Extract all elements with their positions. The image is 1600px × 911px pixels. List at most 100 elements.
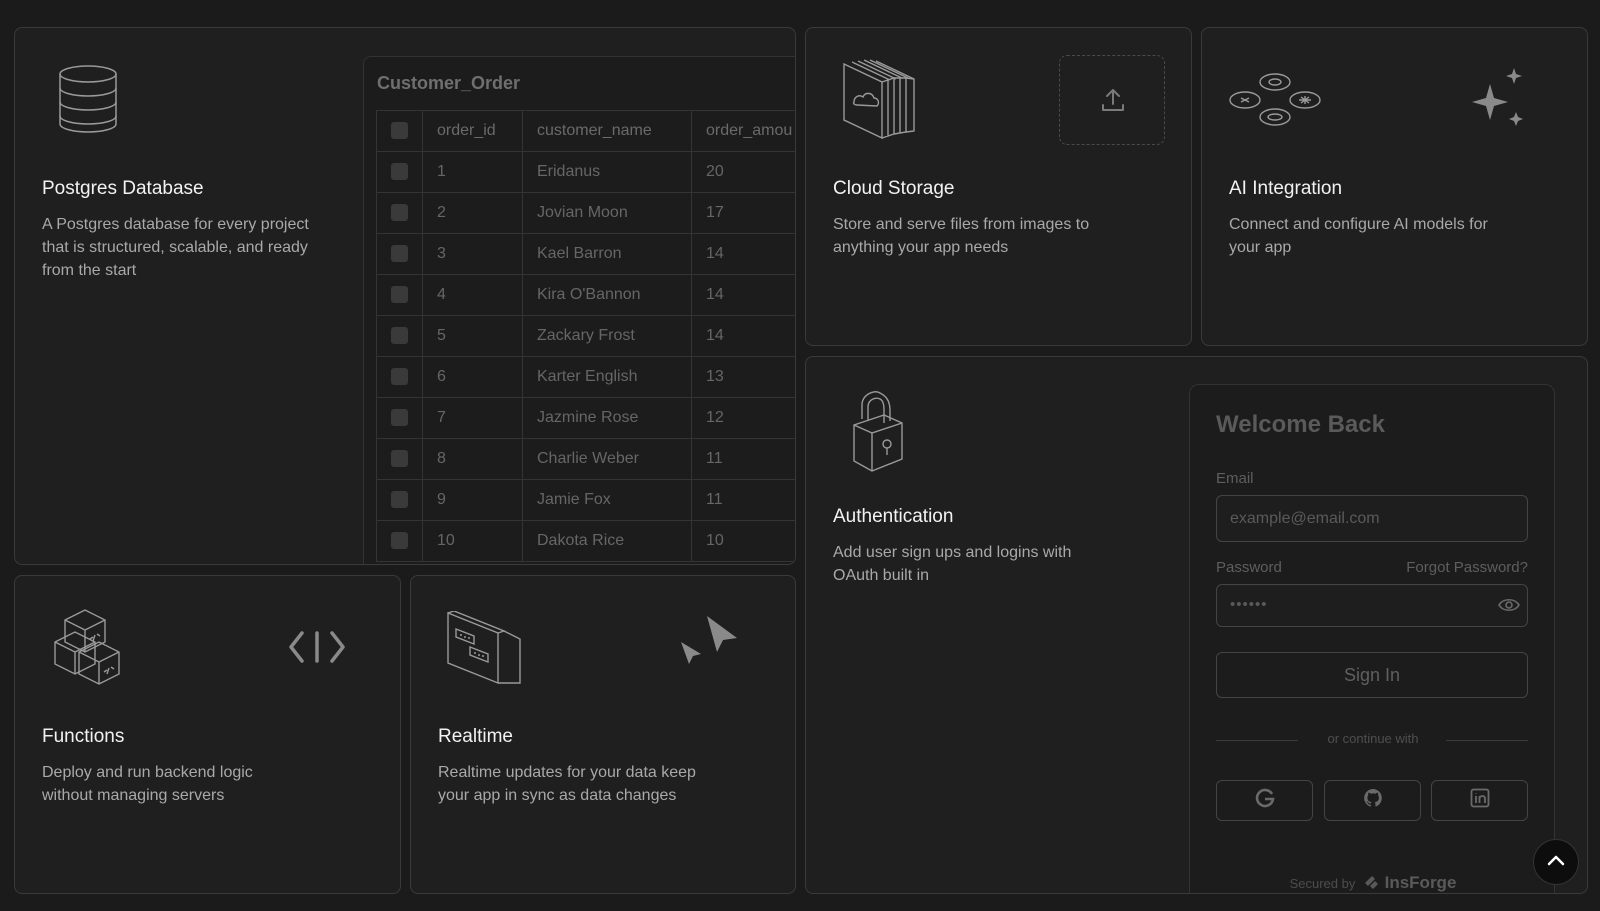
- password-field[interactable]: ••••••: [1216, 584, 1528, 627]
- column-header[interactable]: customer_name: [522, 110, 692, 152]
- row-select-cell[interactable]: [376, 192, 423, 234]
- cell-order-amount: 14: [691, 233, 795, 275]
- table-row[interactable]: 4 Kira O'Bannon 14: [376, 274, 795, 316]
- upload-icon: [1101, 87, 1125, 113]
- row-checkbox[interactable]: [391, 327, 408, 345]
- column-header[interactable]: order_amou: [691, 110, 795, 152]
- scroll-to-top-button[interactable]: [1533, 839, 1579, 885]
- forgot-password-link[interactable]: Forgot Password?: [1406, 559, 1528, 576]
- insforge-brand: InsForge: [1384, 873, 1457, 892]
- cell-customer-name: Jovian Moon: [522, 192, 692, 234]
- card-title: Realtime: [438, 726, 513, 747]
- code-blocks-icon: [53, 608, 123, 688]
- cell-order-id: 1: [422, 151, 523, 193]
- table-row[interactable]: 10 Dakota Rice 10: [376, 520, 795, 562]
- password-label: Password: [1216, 559, 1282, 576]
- row-checkbox[interactable]: [391, 450, 408, 468]
- card-description: Connect and configure AI models for your…: [1229, 216, 1488, 256]
- table-row[interactable]: 6 Karter English 13: [376, 356, 795, 398]
- insforge-logo-icon: [1363, 874, 1379, 893]
- google-button[interactable]: [1216, 780, 1313, 821]
- cell-order-amount: 12: [691, 397, 795, 439]
- cell-customer-name: Karter English: [522, 356, 692, 398]
- row-checkbox[interactable]: [391, 532, 408, 550]
- upload-dropzone[interactable]: [1059, 55, 1165, 145]
- table-row[interactable]: 8 Charlie Weber 11: [376, 438, 795, 480]
- cell-customer-name: Dakota Rice: [522, 520, 692, 562]
- cell-customer-name: Kira O'Bannon: [522, 274, 692, 316]
- row-select-cell[interactable]: [376, 274, 423, 316]
- row-checkbox[interactable]: [391, 491, 408, 509]
- login-form-preview: Welcome Back Email example@email.com Pas…: [1189, 384, 1556, 893]
- row-select-cell[interactable]: [376, 520, 423, 562]
- card-title: AI Integration: [1229, 178, 1343, 199]
- cell-order-id: 8: [422, 438, 523, 480]
- cell-order-id: 6: [422, 356, 523, 398]
- cell-order-id: 10: [422, 520, 523, 562]
- cell-order-amount: 17: [691, 192, 795, 234]
- row-select-cell[interactable]: [376, 438, 423, 480]
- row-checkbox[interactable]: [391, 286, 408, 304]
- table-row[interactable]: 3 Kael Barron 14: [376, 233, 795, 275]
- select-all-cell[interactable]: [376, 110, 423, 152]
- row-select-cell[interactable]: [376, 151, 423, 193]
- card-description: Add user sign ups and logins with OAuth …: [833, 544, 1072, 584]
- cell-customer-name: Zackary Frost: [522, 315, 692, 357]
- row-checkbox[interactable]: [391, 368, 408, 386]
- cell-order-id: 4: [422, 274, 523, 316]
- row-select-cell[interactable]: [376, 479, 423, 521]
- cell-order-amount: 13: [691, 356, 795, 398]
- cell-customer-name: Kael Barron: [522, 233, 692, 275]
- continue-with-text: or continue with: [1327, 731, 1419, 746]
- linkedin-button[interactable]: [1431, 780, 1528, 821]
- cloud-storage-card: Cloud Storage Store and serve files from…: [805, 27, 1192, 346]
- linkedin-icon: [1470, 788, 1490, 813]
- table-row[interactable]: 2 Jovian Moon 17: [376, 192, 795, 234]
- row-select-cell[interactable]: [376, 397, 423, 439]
- authentication-card: Authentication Add user sign ups and log…: [805, 356, 1588, 894]
- cursors-icon: [681, 616, 739, 668]
- card-description: Store and serve files from images to any…: [833, 216, 1090, 256]
- sign-in-button[interactable]: Sign In: [1216, 652, 1528, 698]
- table-row[interactable]: 1 Eridanus 20: [376, 151, 795, 193]
- eye-icon[interactable]: [1498, 597, 1520, 613]
- row-select-cell[interactable]: [376, 315, 423, 357]
- select-all-checkbox[interactable]: [391, 122, 408, 140]
- ai-integration-card: AI Integration Connect and configure AI …: [1201, 27, 1588, 346]
- google-icon: [1255, 788, 1275, 813]
- realtime-card: Realtime Realtime updates for your data …: [410, 575, 796, 894]
- postgres-card: Postgres Database A Postgres database fo…: [14, 27, 796, 565]
- lock-icon: [850, 389, 906, 473]
- table-title: Customer_Order: [377, 73, 521, 93]
- row-checkbox[interactable]: [391, 245, 408, 263]
- email-label: Email: [1216, 470, 1254, 487]
- row-checkbox[interactable]: [391, 409, 408, 427]
- ai-models-icon: [1229, 70, 1321, 130]
- cell-customer-name: Eridanus: [522, 151, 692, 193]
- row-checkbox[interactable]: [391, 204, 408, 222]
- table-row[interactable]: 7 Jazmine Rose 12: [376, 397, 795, 439]
- secured-by-footer: Secured by InsForge: [1190, 873, 1556, 893]
- cell-order-amount: 14: [691, 315, 795, 357]
- cell-order-amount: 11: [691, 479, 795, 521]
- cell-order-id: 3: [422, 233, 523, 275]
- column-header[interactable]: order_id: [422, 110, 523, 152]
- cell-order-amount: 14: [691, 274, 795, 316]
- cell-order-id: 5: [422, 315, 523, 357]
- table-row[interactable]: 5 Zackary Frost 14: [376, 315, 795, 357]
- cell-order-amount: 10: [691, 520, 795, 562]
- email-field[interactable]: example@email.com: [1216, 495, 1528, 542]
- password-mask: ••••••: [1230, 596, 1268, 613]
- card-description: Deploy and run backend logic without man…: [42, 764, 253, 804]
- table-row[interactable]: 9 Jamie Fox 11: [376, 479, 795, 521]
- row-select-cell[interactable]: [376, 356, 423, 398]
- card-title: Functions: [42, 726, 125, 747]
- row-checkbox[interactable]: [391, 163, 408, 181]
- chat-window-icon: [446, 611, 522, 685]
- chevron-up-icon: [1547, 853, 1565, 871]
- secured-by-text: Secured by: [1289, 876, 1356, 891]
- github-button[interactable]: [1324, 780, 1421, 821]
- row-select-cell[interactable]: [376, 233, 423, 275]
- card-title: Authentication: [833, 506, 954, 527]
- cell-order-id: 2: [422, 192, 523, 234]
